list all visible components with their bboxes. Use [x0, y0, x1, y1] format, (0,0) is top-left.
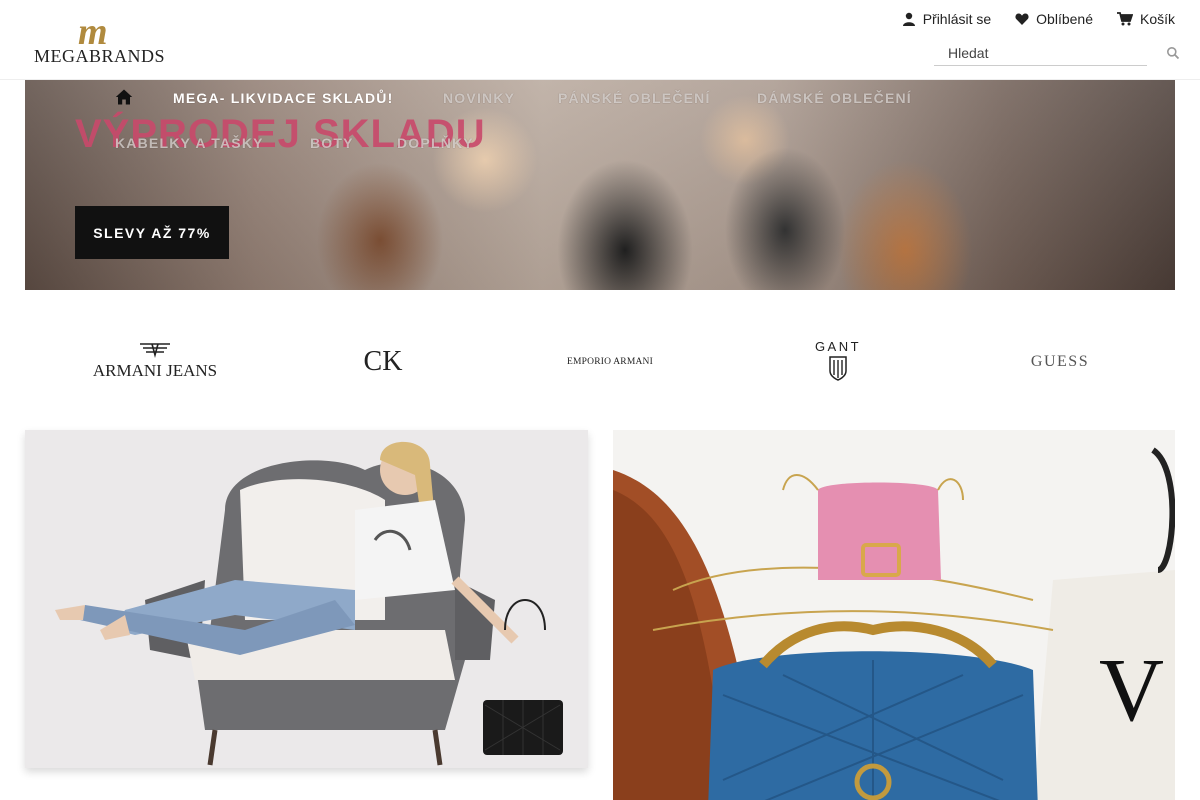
brand-emporio-armani[interactable]: EMPORIO ARMANI [555, 330, 665, 390]
brand-gant[interactable]: GANT [795, 330, 880, 390]
nav-item-boty[interactable]: BOTY [310, 135, 354, 151]
discount-button[interactable]: SLEVY AŽ 77% [75, 206, 229, 259]
cart-label: Košík [1139, 11, 1175, 27]
nav-item-mega-likvidace[interactable]: MEGA- LIKVIDACE SKLADŮ! [173, 90, 393, 106]
logo-text: MEGABRANDS [34, 46, 166, 66]
emporio-armani-logo: EMPORIO ARMANI [567, 357, 653, 367]
brand-guess[interactable]: GUESS [1015, 330, 1105, 390]
logo-mark: m [78, 11, 108, 53]
nav-item-damske-obleceni[interactable]: DÁMSKÉ OBLEČENÍ [757, 90, 912, 106]
login-link[interactable]: Přihlásit se [902, 11, 991, 27]
brand-calvin-klein[interactable]: CK [343, 330, 423, 390]
model-in-armchair-image [25, 430, 588, 768]
cart-link[interactable]: Košík [1116, 11, 1175, 27]
nav-item-panske-obleceni[interactable]: PÁNSKÉ OBLEČENÍ [558, 90, 711, 106]
main-navigation: MEGA- LIKVIDACE SKLADŮ! NOVINKY PÁNSKÉ O… [0, 80, 1200, 170]
account-links: Přihlásit se Oblíbené Košík [902, 11, 1175, 27]
favorites-label: Oblíbené [1036, 11, 1093, 27]
brand-label-ck: CK [364, 346, 403, 377]
promo-card-fashion[interactable] [25, 430, 588, 768]
site-header: m MEGABRANDS Přihlásit se Oblíbené Košík [0, 0, 1200, 80]
favorites-link[interactable]: Oblíbené [1015, 11, 1093, 27]
brand-armani-jeans[interactable]: ARMANI JEANS [80, 330, 230, 390]
gant-logo: GANT [814, 339, 860, 381]
brand-label-guess: GUESS [1031, 353, 1089, 370]
user-icon [902, 12, 915, 26]
nav-item-kabelky-a-tasky[interactable]: KABELKY A TAŠKY [115, 135, 264, 151]
brand-label-armani-jeans: ARMANI JEANS [93, 361, 217, 380]
home-icon[interactable] [115, 88, 133, 106]
cart-icon [1116, 12, 1133, 26]
megabrands-logo[interactable]: m MEGABRANDS [34, 11, 166, 66]
search-icon[interactable] [1166, 46, 1180, 60]
nav-item-novinky[interactable]: NOVINKY [443, 90, 515, 106]
promo-card-handbags[interactable]: V [613, 430, 1175, 800]
login-label: Přihlásit se [922, 11, 992, 27]
nav-item-doplnky[interactable]: DOPLŇKY [397, 135, 474, 151]
brand-logos: ARMANI JEANS CK EMPORIO ARMANI GANT GUES… [25, 330, 1175, 390]
search-input[interactable] [934, 40, 1147, 66]
brand-label-emporio-armani: EMPORIO ARMANI [567, 357, 653, 367]
ck-logo: CK [364, 346, 403, 377]
handbags-image: V [613, 430, 1175, 800]
svg-text:V: V [1099, 641, 1164, 740]
brand-label-gant: GANT [814, 339, 860, 354]
guess-logo: GUESS [1031, 353, 1089, 370]
armani-jeans-logo: ARMANI JEANS [93, 343, 217, 380]
search-bar [934, 40, 1184, 66]
heart-icon [1015, 13, 1029, 25]
